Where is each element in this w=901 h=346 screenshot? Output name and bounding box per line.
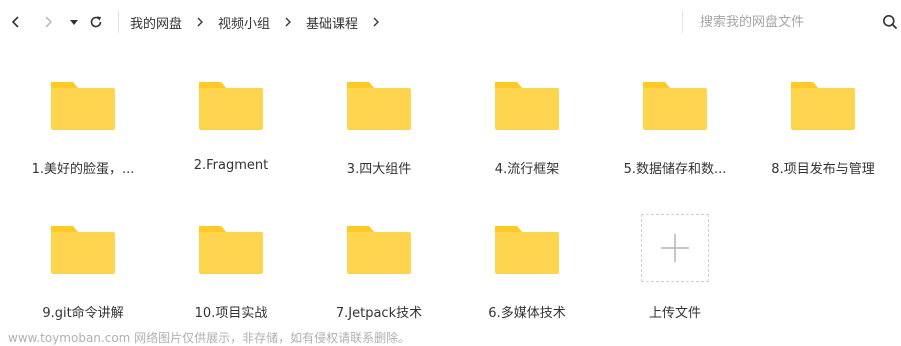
toolbar-divider [118,11,119,33]
breadcrumb-separator-icon [196,17,204,27]
chevron-right-icon [45,16,53,28]
history-dropdown-button[interactable] [64,12,84,32]
folder-item[interactable]: 2.Fragment [161,50,301,173]
refresh-icon [90,16,102,28]
folder-icon [195,70,267,142]
breadcrumb-item-my-drive[interactable]: 我的网盘 [130,13,182,32]
folder-item[interactable]: 8.项目发布与管理 [753,50,893,177]
breadcrumb-separator-icon [284,17,292,27]
folder-item[interactable]: 5.数据储存和数... [605,50,745,177]
folder-label: 1.美好的脸蛋，... [31,162,135,177]
folder-label: 3.四大组件 [346,162,412,177]
chevron-left-icon [11,16,19,28]
file-grid: 1.美好的脸蛋，... 2.Fragment 3.四大组件 4.流行框架 5.数… [0,44,901,346]
folder-item[interactable]: 7.Jetpack技术 [309,194,449,321]
back-button[interactable] [6,12,26,32]
breadcrumb-item-video-group[interactable]: 视频小组 [218,13,270,32]
watermark-text: www.toymoban.com 网络图片仅供展示，非存储，如有侵权请联系删除。 [8,331,411,345]
folder-item[interactable]: 10.项目实战 [161,194,301,321]
folder-label: 8.项目发布与管理 [771,162,875,177]
folder-icon [491,70,563,142]
breadcrumb-dropdown-icon[interactable] [372,17,380,27]
toolbar: 我的网盘 视频小组 基础课程 [0,0,901,44]
folder-icon [787,70,859,142]
breadcrumb: 我的网盘 视频小组 基础课程 [130,12,394,32]
folder-label: 10.项目实战 [194,306,268,321]
upload-dropzone[interactable] [641,214,709,282]
folder-label: 6.多媒体技术 [488,306,566,321]
caret-down-icon [70,20,78,25]
folder-label: 4.流行框架 [494,162,560,177]
folder-label: 7.Jetpack技术 [335,306,423,321]
refresh-button[interactable] [86,12,106,32]
forward-button[interactable] [38,12,58,32]
folder-item[interactable]: 3.四大组件 [309,50,449,177]
folder-label: 5.数据储存和数... [623,162,727,177]
search-input[interactable] [694,10,876,34]
folder-icon [343,70,415,142]
folder-icon [639,70,711,142]
folder-icon [491,214,563,286]
folder-icon [195,214,267,286]
plus-icon [661,234,689,262]
folder-label: 9.git命令讲解 [42,306,124,321]
upload-tile[interactable]: 上传文件 [605,194,745,321]
search-button[interactable] [880,12,900,32]
folder-icon [343,214,415,286]
folder-item[interactable]: 9.git命令讲解 [13,194,153,321]
folder-label: 2.Fragment [193,158,269,173]
search-icon [883,15,898,30]
search-divider [682,11,683,33]
folder-item[interactable]: 6.多媒体技术 [457,194,597,321]
upload-label: 上传文件 [648,306,701,321]
folder-item[interactable]: 4.流行框架 [457,50,597,177]
folder-icon [47,70,119,142]
folder-item[interactable]: 1.美好的脸蛋，... [13,50,153,177]
breadcrumb-item-basic-course[interactable]: 基础课程 [306,13,358,32]
folder-icon [47,214,119,286]
